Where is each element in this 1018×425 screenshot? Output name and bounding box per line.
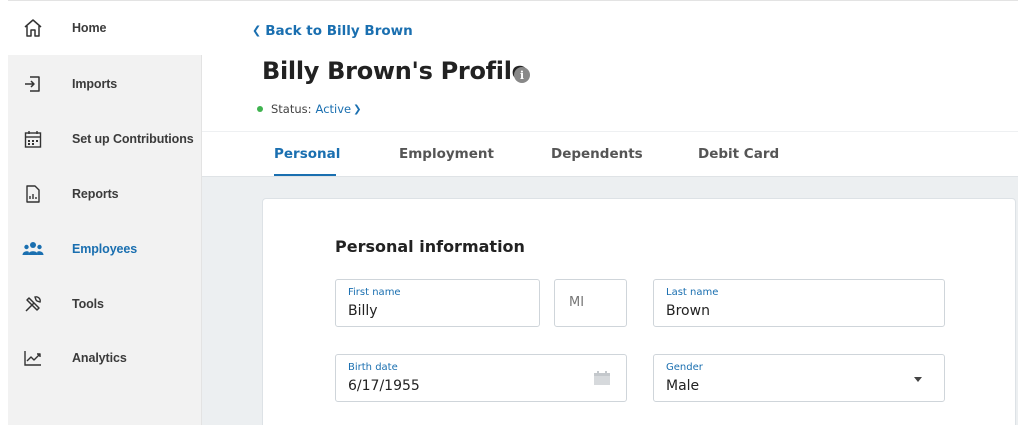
last-name-field[interactable]: Last name Brown <box>653 279 945 327</box>
tab-debit-card[interactable]: Debit Card <box>698 146 779 162</box>
active-tab-indicator <box>274 174 336 176</box>
sidebar-item-label: Home <box>72 21 107 35</box>
chart-icon <box>22 347 44 369</box>
sidebar-item-label: Tools <box>72 297 104 311</box>
page-title: Billy Brown's Profile <box>262 57 528 85</box>
middle-initial-field[interactable]: MI <box>554 279 627 327</box>
sidebar-item-label: Reports <box>72 187 119 201</box>
sidebar-item-label: Set up Contributions <box>72 132 194 146</box>
chevron-left-icon: ❮ <box>252 24 262 37</box>
sidebar-item-label: Employees <box>72 242 138 256</box>
tab-personal[interactable]: Personal <box>274 146 340 162</box>
chevron-right-icon[interactable]: ❯ <box>353 104 361 115</box>
last-name-value: Brown <box>666 303 710 319</box>
sidebar-item-home[interactable]: Home <box>8 1 202 55</box>
sidebar-item-tools[interactable]: Tools <box>8 277 202 331</box>
first-name-field[interactable]: First name Billy <box>335 279 540 327</box>
info-icon[interactable]: i <box>514 67 530 83</box>
sidebar: Home Imports Set up Contributions Report… <box>8 0 202 425</box>
report-icon <box>22 183 44 205</box>
status-value-link[interactable]: Active <box>316 102 352 116</box>
birth-date-value: 6/17/1955 <box>348 378 420 394</box>
main-content: ❮ Back to Billy Brown Billy Brown's Profi… <box>202 0 1018 425</box>
people-icon <box>22 238 44 260</box>
back-link-label: Back to Billy Brown <box>265 23 413 39</box>
tab-dependents[interactable]: Dependents <box>551 146 643 162</box>
calendar-icon <box>22 128 44 150</box>
sidebar-item-set-up-contributions[interactable]: Set up Contributions <box>8 112 202 166</box>
sidebar-item-imports[interactable]: Imports <box>8 57 202 111</box>
middle-initial-placeholder: MI <box>569 295 585 310</box>
tab-employment[interactable]: Employment <box>399 146 494 162</box>
sidebar-item-label: Analytics <box>72 351 127 365</box>
sidebar-item-analytics[interactable]: Analytics <box>8 331 202 385</box>
first-name-value: Billy <box>348 303 378 319</box>
birth-date-label: Birth date <box>348 362 398 373</box>
gender-select[interactable]: Gender Male <box>653 354 945 402</box>
first-name-label: First name <box>348 287 401 298</box>
sidebar-item-reports[interactable]: Reports <box>8 167 202 221</box>
back-link[interactable]: ❮ Back to Billy Brown <box>252 23 413 39</box>
sidebar-item-label: Imports <box>72 77 118 91</box>
personal-info-card: Personal information First name Billy MI… <box>262 198 1016 425</box>
profile-tabs: Personal Employment Dependents Debit Car… <box>202 132 1018 177</box>
gender-label: Gender <box>666 362 703 373</box>
sidebar-item-employees[interactable]: Employees <box>8 222 202 276</box>
last-name-label: Last name <box>666 287 719 298</box>
birth-date-field[interactable]: Birth date 6/17/1955 <box>335 354 627 402</box>
tools-icon <box>22 293 44 315</box>
profile-header: ❮ Back to Billy Brown Billy Brown's Profi… <box>202 1 1018 177</box>
calendar-icon[interactable] <box>594 371 610 385</box>
home-icon <box>22 17 44 39</box>
status-line: Status: Active ❯ <box>257 102 362 116</box>
section-title: Personal information <box>335 237 525 256</box>
gender-value: Male <box>666 378 700 394</box>
status-label: Status: <box>271 102 312 116</box>
status-dot-icon <box>257 106 263 112</box>
caret-down-icon[interactable] <box>914 377 922 382</box>
import-icon <box>22 73 44 95</box>
